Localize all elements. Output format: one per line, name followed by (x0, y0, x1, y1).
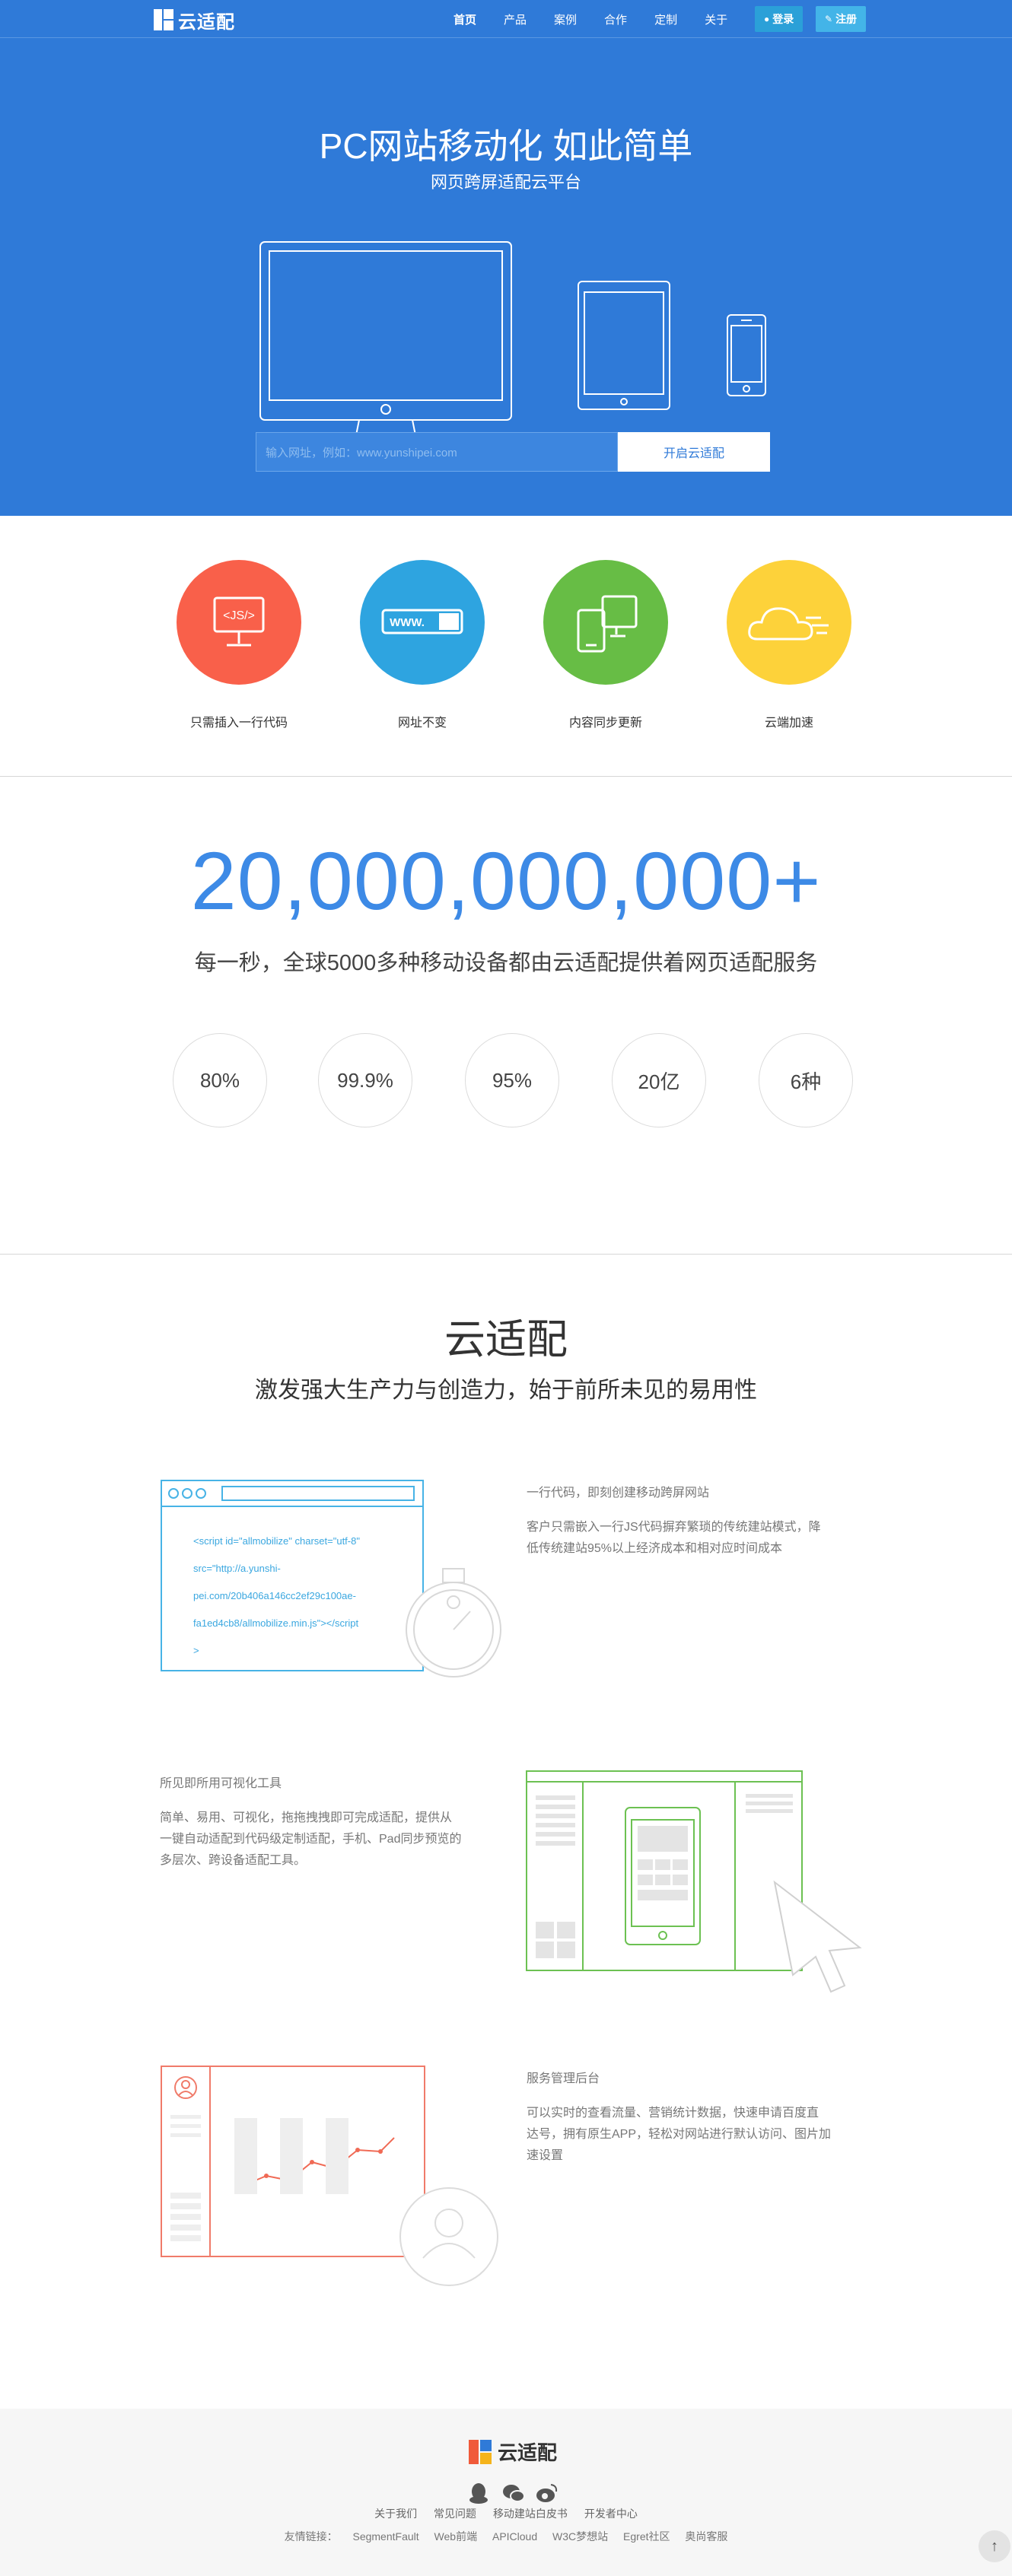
big-number: 20,000,000,000+ (190, 835, 822, 927)
login-button[interactable]: ● 登录 (755, 6, 804, 32)
stat-circle: 20亿 (612, 1033, 706, 1127)
feature-label: 内容同步更新 (568, 717, 642, 730)
footer-link-whitepaper[interactable]: 移动建站白皮书 (493, 2508, 568, 2520)
stat-circle: 6种 (759, 1033, 853, 1127)
monitor-icon (259, 241, 512, 444)
feature-title: 所见即所用可视化工具 (160, 1777, 282, 1790)
feature-label: 网址不变 (397, 717, 447, 730)
friend-link[interactable]: Web前端 (434, 2530, 478, 2543)
start-adapt-button[interactable]: 开启云适配 (618, 432, 770, 472)
logo[interactable]: 云适配 (154, 8, 235, 33)
cloud-icon (748, 607, 829, 641)
register-button[interactable]: ✎ 注册 (816, 6, 867, 32)
devices-illustration (259, 241, 766, 444)
feature-content-sync: 内容同步更新 (543, 560, 668, 730)
logo-icon (469, 2439, 492, 2464)
footer-logo[interactable]: 云适配 (469, 2438, 557, 2466)
feature-desc: 可以实时的查看流量、营销统计数据，快速申请百度直 达号，拥有原生APP，轻松对网… (527, 2107, 832, 2162)
logo-text: 云适配 (178, 11, 235, 33)
feature-desc: 简单、易用、可视化，拖拖拽拽即可完成适配，提供从 一键自动适配到代码级定制适配，… (160, 1811, 462, 1867)
back-to-top-button[interactable]: ↑ (979, 2530, 1010, 2562)
friend-link[interactable]: Egret社区 (623, 2530, 670, 2543)
stat-circle: 95% (465, 1033, 559, 1127)
feature-title: 服务管理后台 (527, 2072, 600, 2085)
code-line: <script id="allmobilize" charset="utf-8" (193, 1535, 360, 1547)
phone-icon (727, 314, 766, 396)
weibo-icon[interactable] (536, 2482, 559, 2504)
url-bar-icon: WWW. (381, 609, 463, 634)
footer-link-faq[interactable]: 常见问题 (434, 2508, 476, 2520)
svg-text:WWW.: WWW. (390, 616, 425, 629)
user-icon: ● (764, 14, 770, 24)
code-line: src="http://a.yunshi- (193, 1563, 281, 1574)
footer-logo-text: 云适配 (498, 2441, 558, 2464)
svg-text:<JS/>: <JS/> (223, 609, 255, 622)
user-avatar-icon (399, 2187, 498, 2286)
stat-circle: 80% (173, 1033, 267, 1127)
footer-link-developer[interactable]: 开发者中心 (584, 2508, 638, 2520)
visual-tool-illustration (526, 1770, 862, 1993)
qq-icon[interactable] (467, 2482, 490, 2504)
js-monitor-icon: <JS/> (213, 596, 265, 647)
footer-links: 关于我们 常见问题 移动建站白皮书 开发者中心 (0, 2506, 1012, 2521)
nav-item-cases[interactable]: 案例 (554, 11, 577, 27)
footer-link-about[interactable]: 关于我们 (374, 2508, 417, 2520)
feature-title: 一行代码，即刻创建移动跨屏网站 (527, 1487, 710, 1499)
section-divider (0, 776, 1012, 777)
friend-link[interactable]: 奥尚客服 (685, 2530, 727, 2543)
logo-icon (154, 9, 173, 30)
feature-circle: WWW. (360, 560, 485, 685)
nav-item-cooperation[interactable]: 合作 (604, 11, 627, 27)
login-label: 登录 (772, 13, 794, 25)
code-line: pei.com/20b406a146cc2ef29c100ae- (193, 1590, 356, 1601)
code-illustration (161, 1480, 501, 1678)
friend-links-label: 友情链接： (284, 2530, 338, 2543)
feature-circle: <JS/> (177, 560, 301, 685)
code-line: fa1ed4cb8/allmobilize.min.js"></script (193, 1617, 359, 1629)
feature-url-unchanged: WWW. 网址不变 (360, 560, 485, 730)
feature-circle (543, 560, 668, 685)
product-subtitle: 激发强大生产力与创造力，始于前所未见的易用性 (255, 1378, 757, 1403)
feature-label: 云端加速 (764, 717, 813, 730)
feature-label: 只需插入一行代码 (189, 717, 288, 730)
nav-item-home[interactable]: 首页 (453, 11, 476, 27)
feature-cloud-acceleration: 云端加速 (727, 560, 851, 730)
nav-item-about[interactable]: 关于 (705, 11, 727, 27)
friend-links: 友情链接： SegmentFault Web前端 APICloud W3C梦想站… (0, 2529, 1012, 2544)
arrow-up-icon: ↑ (991, 2537, 998, 2555)
cursor-icon (773, 1880, 862, 1993)
top-navbar: 云适配 首页 产品 案例 合作 定制 关于 ● 登录 ✎ 注册 (0, 0, 1012, 38)
feature-desc: 客户只需嵌入一行JS代码摒弃繁琐的传统建站模式，降 低传统建站95%以上经济成本… (527, 1521, 821, 1555)
nav-item-custom[interactable]: 定制 (654, 11, 677, 27)
pencil-icon: ✎ (825, 14, 833, 24)
sync-devices-icon (577, 595, 638, 653)
friend-link[interactable]: W3C梦想站 (552, 2530, 608, 2543)
friend-link[interactable]: SegmentFault (352, 2530, 418, 2543)
nav-item-product[interactable]: 产品 (504, 11, 527, 27)
product-title: 云适配 (444, 1317, 568, 1363)
stat-circle: 99.9% (318, 1033, 412, 1127)
footer: 云适配 关于我们 常见问题 移动建站白皮书 开发者中心 友情链接： Segmen… (0, 2409, 1012, 2576)
tablet-icon (578, 281, 670, 410)
wechat-icon[interactable] (502, 2482, 525, 2504)
code-line: > (193, 1645, 199, 1656)
main-nav: 首页 产品 案例 合作 定制 关于 (453, 0, 755, 38)
feature-circle (727, 560, 851, 685)
stats-subtitle: 每一秒，全球5000多种移动设备都由云适配提供着网页适配服务 (194, 951, 818, 975)
friend-link[interactable]: APICloud (492, 2530, 537, 2543)
url-input[interactable]: 输入网址，例如：www.yunshipei.com (256, 432, 618, 472)
stopwatch-icon (406, 1568, 501, 1678)
section-divider (0, 1254, 1012, 1255)
feature-one-line-code: <JS/> 只需插入一行代码 (177, 560, 301, 730)
register-label: 注册 (835, 13, 858, 25)
admin-illustration (161, 2066, 498, 2286)
